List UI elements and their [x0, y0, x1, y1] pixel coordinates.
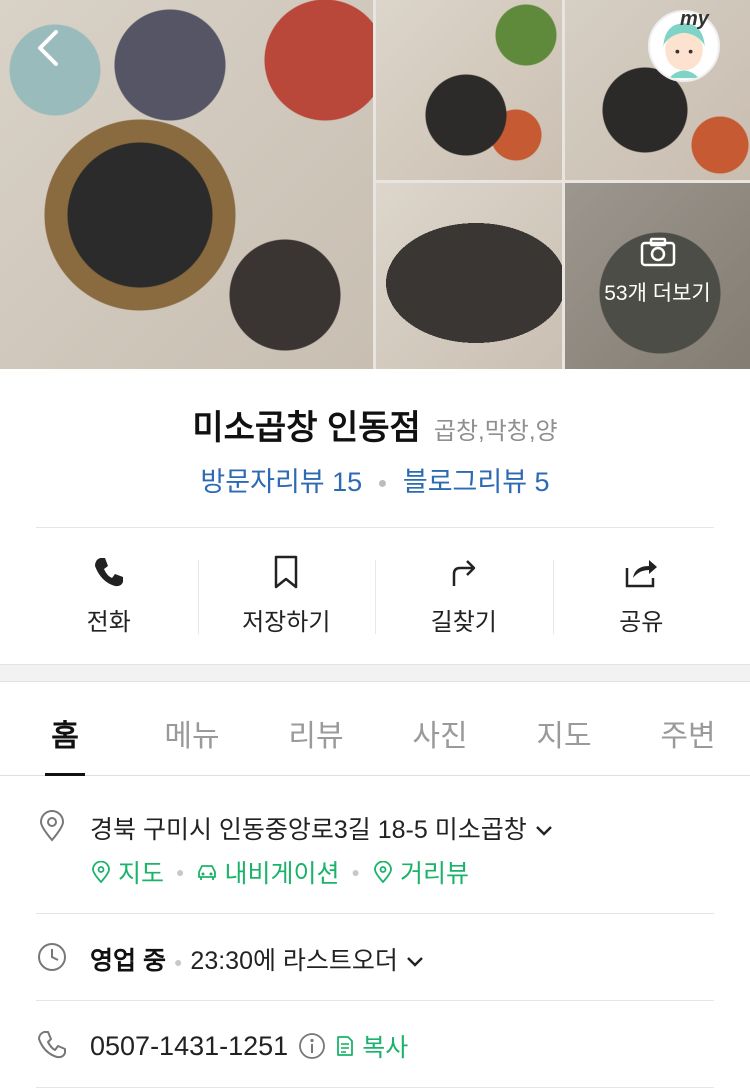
map-link-label: 지도	[118, 860, 165, 888]
hours-row[interactable]: 영업 중 ● 23:30에 라스트오더	[36, 915, 714, 1001]
place-category: 곱창,막창,양	[433, 418, 558, 445]
navigation-link[interactable]: 내비게이션	[196, 854, 340, 890]
separator-dot: ●	[173, 954, 183, 971]
tab-bar: 홈 메뉴 리뷰 사진 지도 주변	[0, 683, 750, 776]
tab-home[interactable]: 홈	[0, 683, 130, 776]
map-link[interactable]: 지도	[90, 854, 164, 890]
directions-button[interactable]: 길찾기	[375, 550, 553, 640]
address-text: 경북 구미시 인동중앙로3길 18-5 미소곱창	[90, 816, 527, 844]
phone-icon	[94, 558, 123, 587]
more-photos-button[interactable]: 53개 더보기	[565, 183, 750, 369]
blog-review-link[interactable]: 블로그리뷰 5	[403, 467, 550, 497]
action-label: 길찾기	[430, 609, 497, 636]
photo-gallery: 53개 더보기 my	[0, 0, 750, 369]
place-name: 미소곱창 인동점	[192, 409, 421, 447]
chevron-down-icon	[535, 826, 552, 837]
section-divider	[0, 664, 750, 682]
streetview-link-label: 거리뷰	[399, 860, 469, 888]
phone-number[interactable]: 0507-1431-1251	[90, 1031, 288, 1062]
open-status: 영업 중	[90, 947, 166, 975]
navigation-link-label: 내비게이션	[224, 860, 340, 888]
gallery-photo[interactable]	[376, 0, 562, 180]
separator-dot: ●	[176, 864, 185, 880]
streetview-link[interactable]: 거리뷰	[372, 854, 469, 890]
car-icon	[198, 865, 217, 880]
separator-dot: ●	[377, 474, 388, 492]
review-links: 방문자리뷰 15 ● 블로그리뷰 5	[0, 460, 750, 499]
location-pin-icon	[374, 861, 392, 883]
phone-icon	[38, 1031, 66, 1059]
place-header: 미소곱창 인동점 곱창,막창,양	[0, 400, 750, 449]
address-row: 경북 구미시 인동중앙로3길 18-5 미소곱창 지도 ● 내비게이션 ● 거리…	[36, 808, 714, 914]
back-icon[interactable]	[30, 26, 66, 70]
address-expand[interactable]: 경북 구미시 인동중앙로3길 18-5 미소곱창	[90, 810, 553, 846]
action-label: 저장하기	[242, 609, 331, 636]
copy-button[interactable]: 복사	[334, 1028, 408, 1064]
tab-map[interactable]: 지도	[502, 683, 626, 775]
share-button[interactable]: 공유	[552, 550, 731, 640]
action-bar: 전화 저장하기 길찾기 공유	[20, 550, 730, 640]
location-pin-icon	[92, 861, 110, 883]
more-photos-label: 53개 더보기	[604, 282, 711, 305]
divider	[36, 527, 714, 528]
camera-icon	[640, 237, 675, 267]
location-pin-icon	[39, 810, 65, 842]
last-order-text: 23:30에 라스트오더	[190, 947, 398, 975]
tab-menu[interactable]: 메뉴	[130, 683, 254, 775]
copy-label: 복사	[362, 1034, 409, 1062]
save-button[interactable]: 저장하기	[197, 550, 376, 640]
address-links: 지도 ● 내비게이션 ● 거리뷰	[90, 854, 469, 890]
bookmark-icon	[275, 555, 298, 589]
gallery-photo[interactable]	[376, 183, 562, 369]
action-label: 공유	[619, 609, 664, 636]
hours-text: 영업 중 ● 23:30에 라스트오더	[90, 941, 424, 977]
tab-nearby[interactable]: 주변	[626, 683, 750, 775]
directions-icon	[452, 560, 475, 586]
action-label: 전화	[86, 609, 131, 636]
visitor-review-link[interactable]: 방문자리뷰 15	[200, 467, 362, 497]
phone-row: 0507-1431-1251 복사	[36, 1002, 714, 1088]
tab-review[interactable]: 리뷰	[254, 683, 378, 775]
chevron-down-icon	[407, 957, 423, 968]
separator-dot: ●	[351, 864, 360, 880]
share-icon	[626, 560, 658, 588]
copy-icon	[337, 1036, 354, 1056]
tab-photo[interactable]: 사진	[378, 683, 502, 775]
call-button[interactable]: 전화	[20, 550, 198, 640]
my-label: my	[680, 8, 709, 30]
info-icon[interactable]	[298, 1032, 326, 1060]
clock-icon	[38, 943, 66, 971]
phone-info: 0507-1431-1251 복사	[90, 1028, 408, 1064]
